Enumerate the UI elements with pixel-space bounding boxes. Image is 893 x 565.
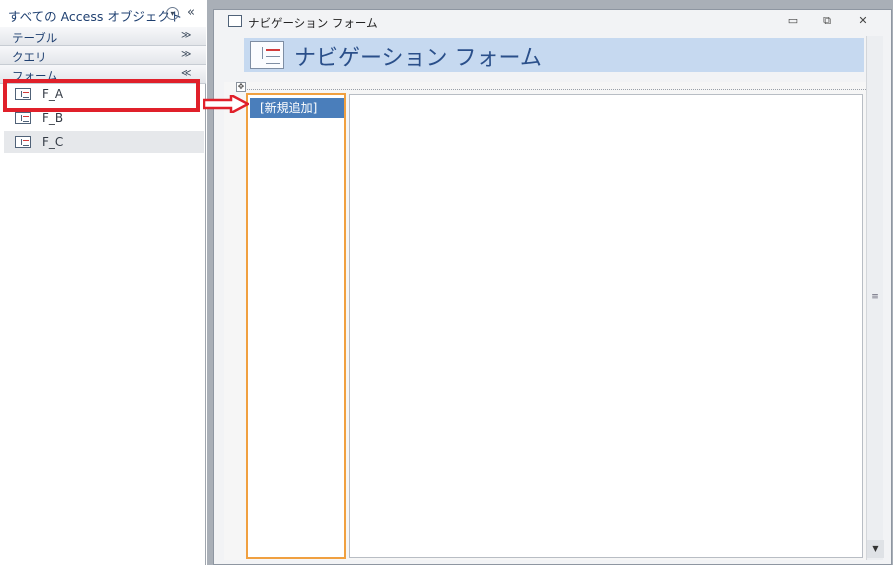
move-handle-icon[interactable]: ✥: [236, 82, 246, 92]
highlight-box: [3, 79, 200, 112]
chevron-down-icon[interactable]: ≫: [181, 49, 191, 60]
section-divider: [236, 89, 866, 90]
group-queries[interactable]: クエリ ≫: [0, 46, 206, 65]
window-title: ナビゲーション フォーム: [248, 16, 378, 30]
nav-item-f-c[interactable]: F_C: [4, 131, 204, 153]
form-icon: [15, 136, 31, 148]
navigation-form-window: ナビゲーション フォーム ▭ ⧉ ✕ ナビゲーション フォーム ✥ [新規追加]…: [213, 9, 892, 565]
navigation-subform[interactable]: [349, 94, 863, 558]
form-icon: [228, 15, 242, 27]
navigation-pane-title[interactable]: すべての Access オブジェクト: [8, 6, 182, 25]
navigation-pane: すべての Access オブジェクト ▾ « テーブル ≫ クエリ ≫ フォーム…: [0, 0, 206, 565]
vertical-scrollbar[interactable]: ≡ ▼: [866, 36, 884, 560]
arrow-right-icon: [203, 95, 249, 113]
minimize-button[interactable]: ▭: [784, 13, 802, 29]
navigation-pane-header[interactable]: すべての Access オブジェクト ▾ «: [0, 0, 206, 28]
group-tables[interactable]: テーブル ≫: [0, 27, 206, 46]
group-label: クエリ: [12, 50, 47, 64]
form-header-title[interactable]: ナビゲーション フォーム: [294, 40, 542, 72]
form-icon: [15, 112, 31, 124]
form-header: ナビゲーション フォーム: [244, 38, 864, 72]
chevron-down-icon[interactable]: ≫: [181, 30, 191, 41]
chevron-up-icon[interactable]: ≪: [181, 68, 191, 79]
window-titlebar[interactable]: ナビゲーション フォーム ▭ ⧉ ✕: [214, 10, 891, 34]
close-button[interactable]: ✕: [854, 13, 872, 29]
scroll-down-button[interactable]: ▼: [867, 540, 884, 558]
collapse-pane-icon[interactable]: «: [187, 5, 195, 20]
navigation-buttons-column[interactable]: [新規追加]: [246, 93, 346, 559]
add-new-tab-button[interactable]: [新規追加]: [250, 98, 344, 118]
group-label: テーブル: [12, 31, 58, 45]
nav-item-label: F_B: [42, 111, 64, 125]
nav-item-label: F_C: [42, 135, 64, 149]
navigation-form-icon: [250, 41, 284, 69]
restore-button[interactable]: ⧉: [818, 13, 836, 29]
chevron-down-icon[interactable]: ▾: [166, 7, 179, 20]
scrollbar-grip-icon[interactable]: ≡: [870, 292, 880, 302]
